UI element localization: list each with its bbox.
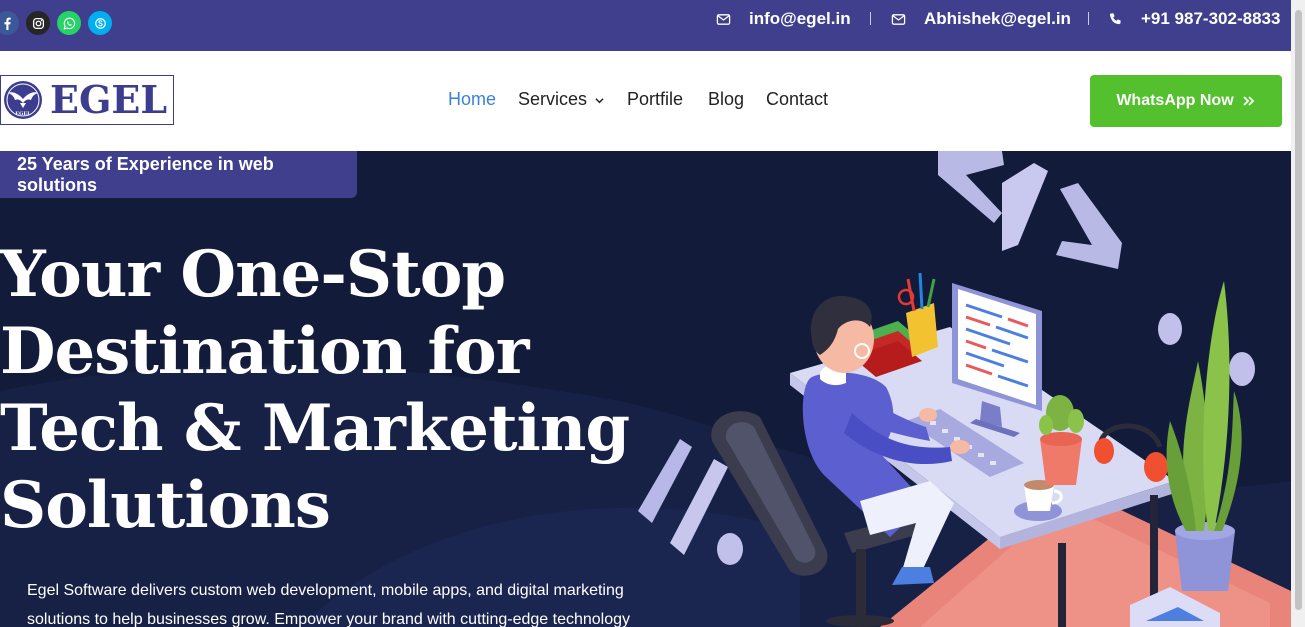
whatsapp-icon[interactable] xyxy=(57,11,81,35)
email-contact-2[interactable]: Abhishek@egel.in xyxy=(891,0,1071,38)
main-navbar: EGEL EGEL Home Services Portfile Blog Co… xyxy=(0,51,1291,151)
headline-line: Solutions xyxy=(0,468,331,543)
envelope-icon xyxy=(891,13,906,25)
hero-headline: Your One-Stop Destination for Tech & Mar… xyxy=(0,236,630,544)
hero-description: Egel Software delivers custom web develo… xyxy=(27,576,667,627)
facebook-icon[interactable] xyxy=(0,11,19,35)
nav-item-label: Services xyxy=(518,89,588,109)
instagram-icon[interactable] xyxy=(26,11,50,35)
developer-at-desk-illustration xyxy=(638,151,1291,627)
email-text: Abhishek@egel.in xyxy=(924,9,1071,28)
top-contact-bar: info@egel.in Abhishek@egel.in +91 987-30… xyxy=(0,0,1291,51)
headline-line: Your One-Stop xyxy=(0,237,506,312)
divider xyxy=(1088,12,1089,25)
divider xyxy=(870,12,871,25)
nav-item-portfile[interactable]: Portfile xyxy=(627,89,683,110)
phone-icon xyxy=(1109,12,1121,24)
egel-logo[interactable]: EGEL EGEL xyxy=(0,75,174,125)
email-contact-1[interactable]: info@egel.in xyxy=(716,0,851,38)
nav-item-home[interactable]: Home xyxy=(448,89,496,110)
phone-text: +91 987-302-8833 xyxy=(1141,9,1281,28)
logo-emblem-icon: EGEL xyxy=(4,81,42,119)
skype-icon[interactable] xyxy=(88,11,112,35)
description-line: solutions to help businesses grow. Empow… xyxy=(27,611,631,627)
whatsapp-now-label: WhatsApp Now xyxy=(1116,92,1234,109)
envelope-icon xyxy=(716,13,731,25)
logo-badge-text: EGEL xyxy=(15,111,31,117)
scrollbar-thumb[interactable] xyxy=(1295,10,1302,610)
logo-wordmark: EGEL xyxy=(50,77,168,122)
description-line: Egel Software delivers custom web develo… xyxy=(27,582,624,599)
code-brackets-icon xyxy=(938,151,1122,269)
headline-line: Destination for xyxy=(0,314,529,389)
headline-line: Tech & Marketing xyxy=(0,391,630,466)
phone-contact[interactable]: +91 987-302-8833 xyxy=(1108,0,1280,38)
whatsapp-now-button[interactable]: WhatsApp Now xyxy=(1090,75,1282,127)
experience-badge: 25 Years of Experience in web solutions xyxy=(0,151,357,198)
hero-section: 25 Years of Experience in web solutions … xyxy=(0,151,1291,627)
nav-item-blog[interactable]: Blog xyxy=(708,89,744,110)
double-chevron-right-icon xyxy=(1243,96,1254,106)
nav-item-contact[interactable]: Contact xyxy=(766,89,828,110)
chevron-down-icon xyxy=(595,97,604,104)
nav-item-services[interactable]: Services xyxy=(518,89,604,110)
email-text: info@egel.in xyxy=(749,9,851,28)
